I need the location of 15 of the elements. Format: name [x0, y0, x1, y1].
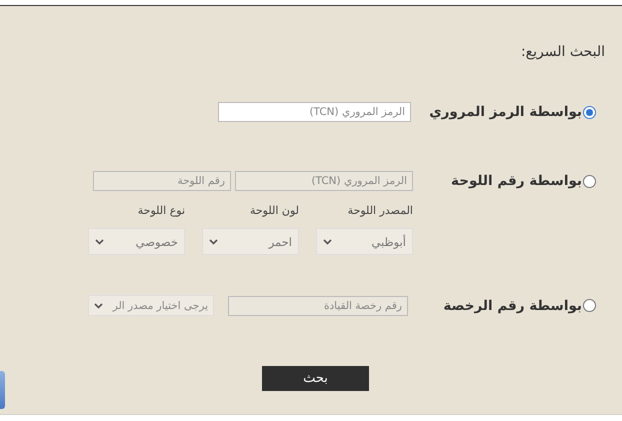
chevron-icon	[323, 238, 332, 244]
option-label: بواسطة الرمز المروري	[429, 104, 582, 120]
field-label: نوع اللوحة	[136, 204, 185, 217]
radio-button[interactable]	[583, 106, 596, 118]
option-label: بواسطة رقم الرخصة	[443, 298, 582, 314]
chevron-icon	[94, 302, 103, 308]
field-label: المصدر اللوحة	[346, 204, 413, 217]
chevron-icon	[95, 238, 104, 244]
side-tab[interactable]	[0, 371, 5, 409]
search-button[interactable]: بحث	[262, 366, 369, 391]
section-title: البحث السريع:	[520, 44, 605, 60]
chevron-icon	[209, 238, 218, 244]
input-field[interactable]: الرمز المروري (TCN)	[218, 102, 411, 122]
option-label: بواسطة رقم اللوحة	[451, 173, 582, 189]
field-label: لون اللوحة	[248, 204, 299, 217]
